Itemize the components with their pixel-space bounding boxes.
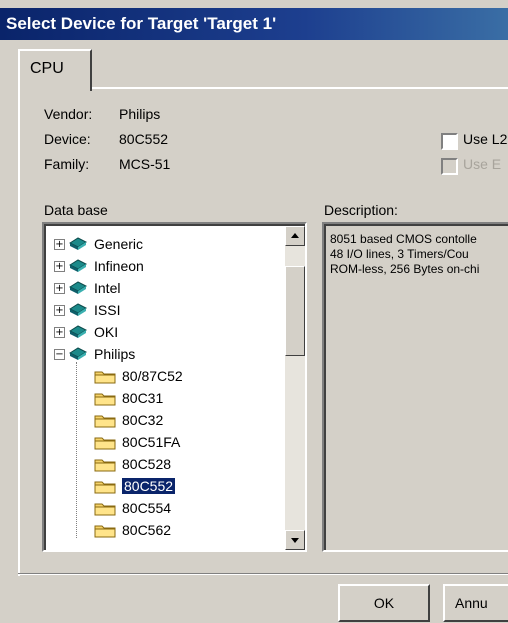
description-text: 8051 based CMOS contolle 48 I/O lines, 3… <box>330 232 479 277</box>
folder-icon <box>94 413 116 428</box>
separator <box>18 573 508 575</box>
tree-vendor-label: Intel <box>94 280 121 296</box>
folder-icon <box>94 369 116 384</box>
tree-vendor-label: Philips <box>94 346 136 362</box>
book-icon <box>68 324 88 340</box>
tree-device-label: 80C31 <box>122 390 164 406</box>
tree-device-label: 80C32 <box>122 412 164 428</box>
folder-icon <box>94 501 116 516</box>
tree-vendor-label: ISSI <box>94 302 121 318</box>
family-label: Family: <box>44 156 90 172</box>
tree-device-label: 80/87C52 <box>122 368 183 384</box>
database-tree[interactable]: + Generic + Infineon + Intel + ISSI + OKI − Philips… <box>42 222 307 552</box>
tree-device-label: 80C552 <box>122 478 176 494</box>
device-value: 80C552 <box>119 131 169 147</box>
family-value: MCS-51 <box>119 156 171 172</box>
tab-cpu-label: CPU <box>30 60 64 77</box>
folder-icon <box>94 435 116 450</box>
tree-device-label: 80C562 <box>122 522 172 538</box>
scroll-up-button[interactable] <box>285 226 305 246</box>
scroll-thumb[interactable] <box>285 266 305 356</box>
book-icon <box>68 236 88 252</box>
tab-cpu[interactable]: CPU <box>18 49 92 91</box>
expand-icon[interactable]: + <box>54 283 65 294</box>
use-l2-label: Use L2 <box>463 131 508 147</box>
device-label: Device: <box>44 131 91 147</box>
tree-content: + Generic + Infineon + Intel + ISSI + OKI − Philips… <box>46 226 283 550</box>
window-title: Select Device for Target 'Target 1' <box>6 14 277 33</box>
description-box[interactable]: 8051 based CMOS contolle 48 I/O lines, 3… <box>322 222 508 552</box>
database-label: Data base <box>44 202 108 218</box>
book-icon <box>68 280 88 296</box>
arrow-down-icon <box>291 538 299 543</box>
tree-connector-line <box>76 362 77 538</box>
collapse-icon[interactable]: − <box>54 349 65 360</box>
tree-vendor-label: Generic <box>94 236 144 252</box>
description-line: ROM-less, 256 Bytes on-chi <box>330 262 480 276</box>
tree-device-label: 80C51FA <box>122 434 181 450</box>
vendor-label: Vendor: <box>44 106 93 122</box>
folder-icon <box>94 391 116 406</box>
ok-button[interactable]: OK <box>338 584 430 622</box>
vendor-value: Philips <box>119 106 161 122</box>
description-line: 8051 based CMOS contolle <box>330 232 477 246</box>
book-icon <box>68 258 88 274</box>
use-e-checkbox[interactable] <box>441 158 458 175</box>
use-l2-checkbox[interactable] <box>441 133 458 150</box>
tree-vendor-label: Infineon <box>94 258 144 274</box>
cancel-button[interactable]: Annu <box>443 584 508 622</box>
tree-scrollbar[interactable] <box>285 226 305 550</box>
tree-device-label: 80C528 <box>122 456 172 472</box>
tree-vendor-label: OKI <box>94 324 119 340</box>
folder-icon <box>94 479 116 494</box>
arrow-up-icon <box>291 233 299 238</box>
title-bar[interactable]: Select Device for Target 'Target 1' <box>0 8 508 40</box>
folder-icon <box>94 523 116 538</box>
expand-icon[interactable]: + <box>54 261 65 272</box>
select-device-dialog: Select Device for Target 'Target 1' CPU … <box>0 0 508 623</box>
expand-icon[interactable]: + <box>54 239 65 250</box>
book-icon <box>68 302 88 318</box>
tree-device-label: 80C554 <box>122 500 172 516</box>
book-icon <box>68 346 88 362</box>
expand-icon[interactable]: + <box>54 305 65 316</box>
folder-icon <box>94 457 116 472</box>
scroll-down-button[interactable] <box>285 530 305 550</box>
expand-icon[interactable]: + <box>54 327 65 338</box>
description-line: 48 I/O lines, 3 Timers/Cou <box>330 247 469 261</box>
use-e-label: Use E <box>463 156 502 172</box>
description-label: Description: <box>324 202 398 218</box>
